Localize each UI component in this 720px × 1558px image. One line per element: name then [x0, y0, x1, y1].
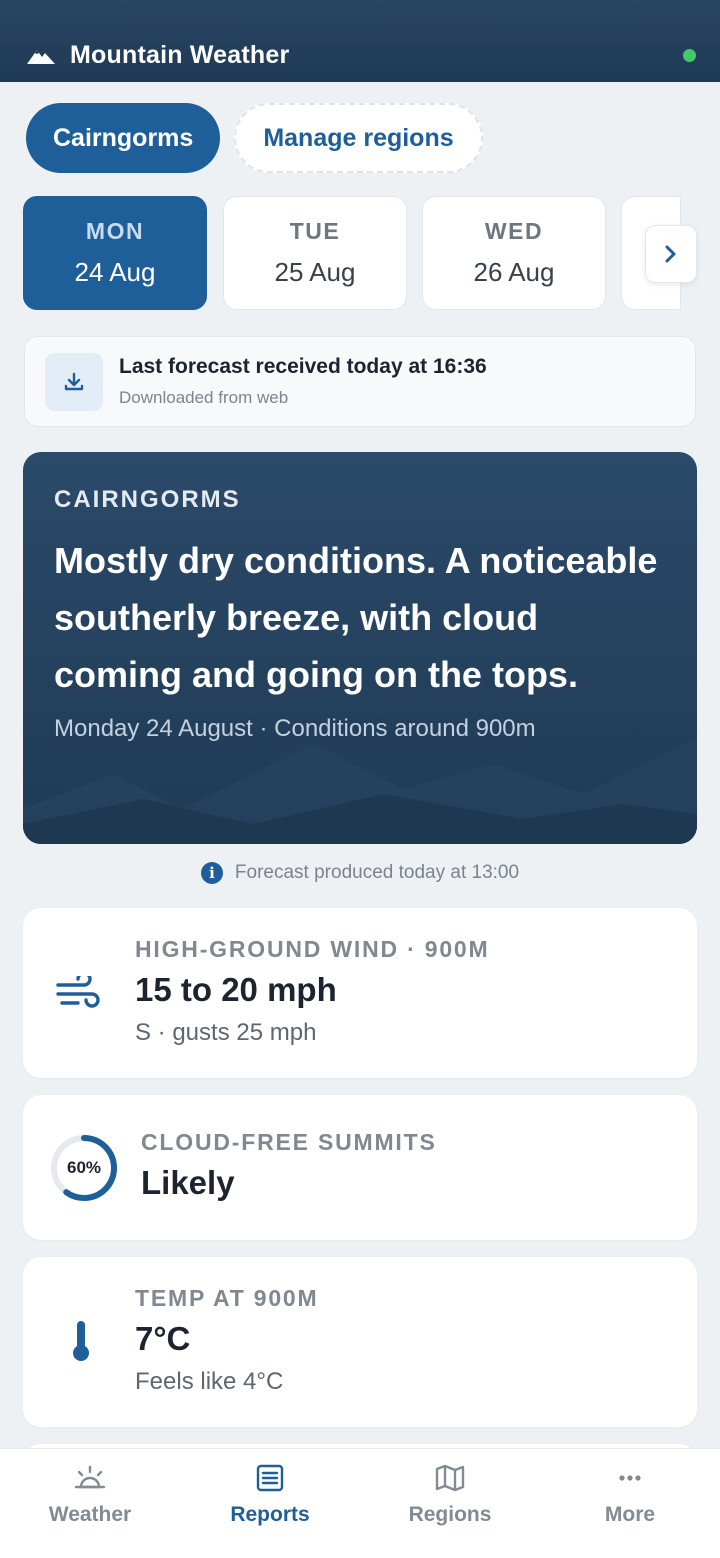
- day-tab-mon[interactable]: MON 24 Aug: [23, 196, 207, 310]
- cloud-free-value: Likely: [141, 1164, 235, 1201]
- bottom-navigation: Weather Reports Regions More: [0, 1448, 720, 1558]
- temperature-text: TEMP AT 900M 7°C Feels like 4°C: [135, 1285, 319, 1396]
- info-icon: i: [200, 862, 223, 884]
- region-chips: Cairngorms Manage regions: [26, 103, 483, 173]
- day-tab-wed[interactable]: WED 26 Aug: [422, 196, 606, 310]
- temperature-feels-like: Feels like 4°C: [135, 1368, 284, 1395]
- temperature-card[interactable]: TEMP AT 900M 7°C Feels like 4°C: [23, 1257, 697, 1427]
- temperature-label: TEMP AT 900M: [135, 1285, 319, 1311]
- cloud-free-card[interactable]: 60% CLOUD-FREE SUMMITS Likely: [23, 1095, 697, 1240]
- day-dow: WED: [484, 218, 544, 244]
- day-dow: MON: [85, 218, 145, 244]
- wind-text: HIGH-GROUND WIND · 900M 15 to 20 mph S ·…: [135, 936, 489, 1047]
- more-icon: [619, 1475, 641, 1481]
- cloud-free-label: CLOUD-FREE SUMMITS: [141, 1129, 437, 1155]
- app-header: Mountain Weather: [0, 0, 720, 82]
- summary-region: CAIRNGORMS: [54, 486, 241, 513]
- forecast-produced-note: i Forecast produced today at 13:00: [0, 862, 720, 884]
- cloud-free-gauge: 60%: [49, 1133, 119, 1203]
- nav-label: Regions: [408, 1503, 492, 1526]
- wind-value: 15 to 20 mph: [135, 971, 337, 1008]
- nav-item-regions[interactable]: Regions: [360, 1449, 540, 1558]
- nav-item-reports[interactable]: Reports: [180, 1449, 360, 1558]
- forecast-received-banner: Last forecast received today at 16:36 Do…: [24, 336, 696, 427]
- nav-label: Weather: [48, 1503, 132, 1526]
- online-status-dot: [683, 49, 696, 62]
- day-date: 26 Aug: [473, 257, 555, 287]
- wind-card[interactable]: HIGH-GROUND WIND · 900M 15 to 20 mph S ·…: [23, 908, 697, 1078]
- summary-date-altitude: Monday 24 August · Conditions around 900…: [54, 715, 536, 742]
- cloud-free-percent: 60%: [66, 1158, 102, 1177]
- manage-regions-button[interactable]: Manage regions: [234, 103, 483, 173]
- chevron-right-icon: [665, 245, 676, 263]
- region-chip-selected[interactable]: Cairngorms: [26, 103, 221, 173]
- nav-item-weather[interactable]: Weather: [0, 1449, 180, 1558]
- nav-item-more[interactable]: More: [540, 1449, 720, 1558]
- banner-title: Last forecast received today at 16:36: [119, 355, 487, 378]
- day-tab-tue[interactable]: TUE 25 Aug: [223, 196, 407, 310]
- mountain-icon: [27, 49, 55, 64]
- wind-label: HIGH-GROUND WIND · 900M: [135, 936, 490, 962]
- cloud-free-text: CLOUD-FREE SUMMITS Likely: [141, 1129, 437, 1202]
- summary-text: Mostly dry conditions. A noticeable sout…: [54, 540, 658, 695]
- day-selector: MON 24 Aug TUE 25 Aug WED 26 Aug: [23, 196, 720, 310]
- banner-subtitle: Downloaded from web: [119, 388, 289, 407]
- wind-sub: S · gusts 25 mph: [135, 1019, 317, 1046]
- forecast-produced-text: Forecast produced today at 13:00: [234, 862, 520, 883]
- day-date: 24 Aug: [74, 257, 156, 287]
- download-icon: [45, 352, 103, 411]
- temperature-value: 7°C: [135, 1320, 191, 1357]
- app-brand: Mountain Weather: [26, 41, 289, 70]
- day-date: 25 Aug: [274, 257, 356, 287]
- sun-cloud-icon: [74, 1465, 106, 1489]
- forecast-summary-card: CAIRNGORMS Mostly dry conditions. A noti…: [23, 452, 697, 844]
- thermometer-icon: [73, 1321, 89, 1361]
- app-title: Mountain Weather: [70, 41, 290, 69]
- next-days-button[interactable]: [645, 225, 697, 283]
- app-screen: Mountain Weather Cairngorms Manage regio…: [0, 0, 720, 1558]
- banner-text: Last forecast received today at 16:36 Do…: [119, 355, 487, 408]
- day-dow: TUE: [289, 218, 341, 244]
- map-icon: [435, 1464, 465, 1492]
- nav-label: Reports: [230, 1503, 310, 1526]
- summary-content: CAIRNGORMS Mostly dry conditions. A noti…: [54, 486, 667, 743]
- wind-icon: [56, 976, 100, 1008]
- report-icon: [256, 1464, 284, 1492]
- nav-label: More: [604, 1503, 656, 1526]
